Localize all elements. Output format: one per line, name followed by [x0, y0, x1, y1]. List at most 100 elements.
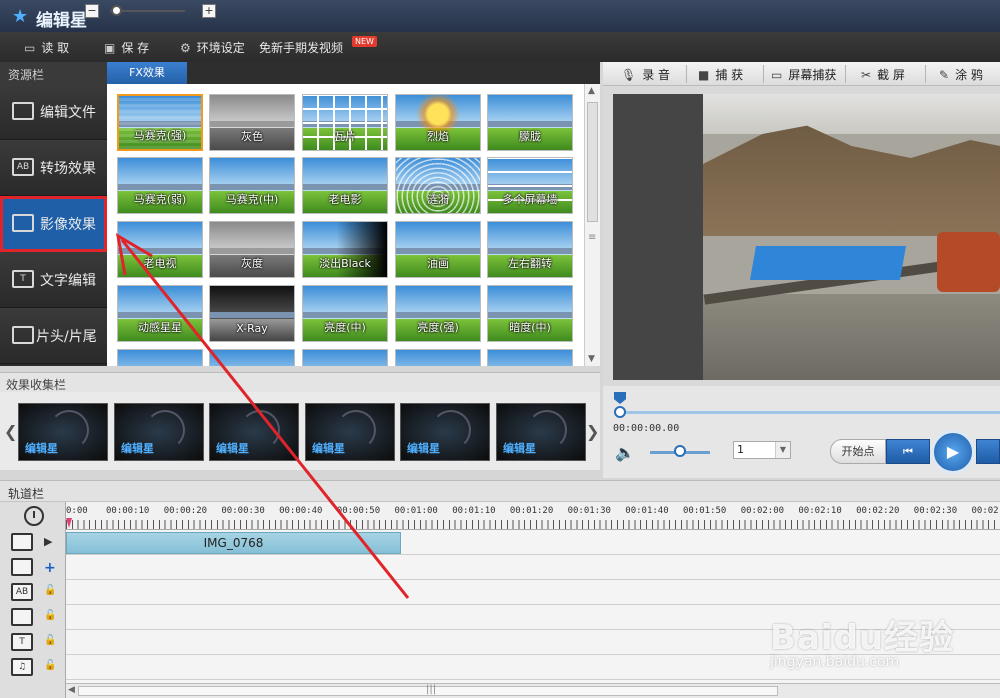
- brush-icon: ✎: [939, 68, 950, 82]
- effect-thumbnail[interactable]: 动感星星: [117, 285, 203, 342]
- video-preview[interactable]: [703, 94, 1000, 380]
- timeline-scrollbar[interactable]: ◀ |||: [66, 683, 1000, 698]
- effect-thumbnail[interactable]: 暗度(中): [487, 285, 573, 342]
- collection-thumbnail[interactable]: 编辑星: [305, 403, 395, 461]
- free-publish-button[interactable]: 免新手期发视频: [259, 39, 343, 56]
- effect-thumbnail[interactable]: 左右翻转: [487, 221, 573, 278]
- video-mountain: [703, 125, 1000, 236]
- chevron-down-icon[interactable]: ▼: [775, 442, 790, 458]
- screenshot-button[interactable]: ✂ 截 屏: [861, 66, 905, 83]
- transition-track-icon[interactable]: AB: [11, 583, 33, 601]
- effect-thumbnail[interactable]: 老电视: [117, 221, 203, 278]
- text-track-icon[interactable]: T: [11, 633, 33, 651]
- effect-thumbnail[interactable]: 亮度(强): [395, 285, 481, 342]
- record-audio-button[interactable]: 🎙 录 音: [621, 66, 670, 83]
- play-button[interactable]: ▶: [931, 430, 975, 474]
- screen-capture-button[interactable]: ▭ 屏幕捕获: [771, 66, 836, 83]
- open-button[interactable]: ▭ 读 取: [24, 39, 69, 56]
- start-point-button[interactable]: 开始点: [830, 439, 886, 464]
- ruler-tick-label: 00:02:30: [913, 506, 958, 516]
- scroll-thumb[interactable]: [587, 102, 598, 222]
- collection-thumbnail[interactable]: 编辑星: [209, 403, 299, 461]
- video-clip[interactable]: IMG_0768: [66, 532, 401, 554]
- previous-button[interactable]: ⏮: [886, 439, 930, 464]
- effect-thumbnail[interactable]: 灰色: [209, 94, 295, 151]
- capture-button[interactable]: ■ 捕 获: [698, 66, 743, 83]
- nav-item-transition[interactable]: AB 转场效果: [0, 140, 107, 196]
- ruler-tick-label: 00:01:40: [625, 506, 669, 516]
- effect-thumbnail-partial[interactable]: [487, 349, 573, 366]
- doodle-button[interactable]: ✎ 涂 鸦: [939, 66, 983, 83]
- screen-capture-icon: ▭: [771, 68, 783, 82]
- collection-next-icon[interactable]: ❯: [586, 422, 599, 441]
- effect-thumbnail[interactable]: 老电影: [302, 157, 388, 214]
- track-row[interactable]: [66, 555, 1000, 580]
- video-track-icon[interactable]: [11, 533, 33, 551]
- settings-button[interactable]: ⚙ 环境设定: [180, 39, 245, 56]
- audio-mute-track-icon[interactable]: [11, 558, 33, 576]
- scroll-down-icon[interactable]: ▼: [588, 354, 595, 364]
- effect-thumbnail-partial[interactable]: [302, 349, 388, 366]
- main-toolbar: ▭ 读 取 ▣ 保 存 ⚙ 环境设定 免新手期发视频 NEW: [0, 32, 1000, 62]
- title-bar: ★ 编辑星: [0, 0, 1000, 32]
- effect-thumbnail[interactable]: 马赛克(弱): [117, 157, 203, 214]
- collection-prev-icon[interactable]: ❮: [4, 422, 17, 441]
- effect-thumbnail[interactable]: 灰度: [209, 221, 295, 278]
- lock-icon[interactable]: 🔓: [44, 610, 56, 621]
- next-button[interactable]: [976, 439, 1000, 464]
- thumb-sky: [210, 350, 294, 366]
- effects-grid: 马赛克(强) 灰色 瓦片 烈焰 朦胧马赛克(弱) 马赛克(中) 老电影 涟漪 多个屏幕墙老电视 灰…: [107, 84, 584, 366]
- timeline-ruler[interactable]: 0:00 00:00:10 00:00:20 00:00:30 00:00:40 00:0…: [66, 502, 1000, 530]
- ruler-tick-label: 00:00:40: [279, 506, 323, 516]
- effect-thumbnail[interactable]: 烈焰: [395, 94, 481, 151]
- save-button[interactable]: ▣ 保 存: [104, 39, 149, 56]
- effect-thumbnail[interactable]: 马赛克(中): [209, 157, 295, 214]
- effect-thumbnail-partial[interactable]: [209, 349, 295, 366]
- zoom-knob[interactable]: [111, 5, 122, 16]
- nav-item-text-edit[interactable]: T 文字编辑: [0, 252, 107, 308]
- effect-track-icon[interactable]: [11, 608, 33, 626]
- collection-thumbnail[interactable]: 编辑星: [18, 403, 108, 461]
- scroll-up-icon[interactable]: ▲: [588, 86, 595, 96]
- effects-scrollbar[interactable]: ▲ ≡ ▼: [584, 84, 600, 366]
- play-track-icon[interactable]: ▶: [44, 535, 52, 548]
- effect-thumbnail-partial[interactable]: [117, 349, 203, 366]
- add-track-icon[interactable]: +: [44, 560, 56, 576]
- effect-thumbnail[interactable]: 多个屏幕墙: [487, 157, 573, 214]
- tab-fx-effects[interactable]: FX效果: [107, 62, 187, 84]
- collection-thumbnail[interactable]: 编辑星: [400, 403, 490, 461]
- effect-thumbnail[interactable]: 朦胧: [487, 94, 573, 151]
- lock-icon[interactable]: 🔓: [44, 635, 56, 646]
- lock-icon[interactable]: 🔓: [44, 585, 56, 596]
- nav-item-image-effect[interactable]: 影像效果: [0, 196, 107, 252]
- collection-thumbnail[interactable]: 编辑星: [114, 403, 204, 461]
- lock-icon[interactable]: 🔓: [44, 660, 56, 671]
- effect-thumbnail-partial[interactable]: [395, 349, 481, 366]
- effect-thumbnail[interactable]: 马赛克(强): [117, 94, 203, 151]
- image-effect-icon: [12, 214, 34, 232]
- effect-thumbnail[interactable]: 瓦片: [302, 94, 388, 151]
- ruler-ticks: [66, 520, 1000, 529]
- nav-item-edit-file[interactable]: 编辑文件: [0, 84, 107, 140]
- volume-knob[interactable]: [674, 445, 686, 457]
- effect-thumbnail[interactable]: X-Ray: [209, 285, 295, 342]
- microphone-icon: 🎙: [621, 68, 637, 82]
- film-icon: [12, 102, 34, 120]
- volume-icon[interactable]: 🔈: [615, 443, 635, 462]
- effect-thumbnail[interactable]: 淡出Black: [302, 221, 388, 278]
- music-track-icon[interactable]: ♫: [11, 658, 33, 676]
- scrub-track[interactable]: [617, 411, 1000, 414]
- effect-label: 马赛克(弱): [133, 193, 187, 206]
- zoom-in-button[interactable]: +: [202, 4, 216, 18]
- skip-back-icon: ⏮: [903, 445, 913, 458]
- play-icon: ▶: [946, 442, 960, 461]
- zoom-out-button[interactable]: −: [85, 4, 99, 18]
- effect-thumbnail[interactable]: 涟漪: [395, 157, 481, 214]
- effect-label: X-Ray: [236, 322, 268, 335]
- nav-item-intro-outro[interactable]: 片头/片尾: [0, 308, 107, 364]
- scrub-knob[interactable]: [614, 406, 626, 418]
- effect-thumbnail[interactable]: 油画: [395, 221, 481, 278]
- effect-thumbnail[interactable]: 亮度(中): [302, 285, 388, 342]
- collection-thumbnail[interactable]: 编辑星: [496, 403, 586, 461]
- scroll-left-icon[interactable]: ◀: [68, 685, 75, 695]
